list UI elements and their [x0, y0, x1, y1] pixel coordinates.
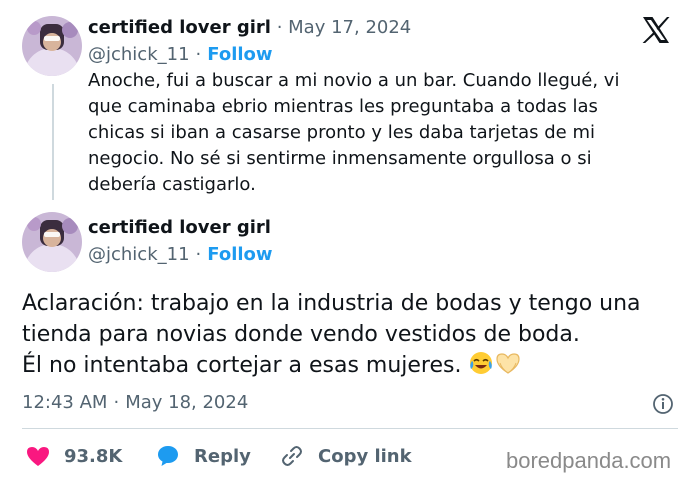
author-name-text[interactable]: certified lover girl — [88, 217, 271, 238]
tweet-timestamp[interactable]: 12:43 AM · May 18, 2024 — [22, 392, 248, 413]
author-name[interactable]: certified lover girl · May 17, 2024 — [88, 17, 411, 38]
avatar[interactable] — [22, 16, 82, 76]
author-name-text[interactable]: certified lover girl — [88, 17, 271, 38]
like-count: 93.8K — [64, 445, 123, 467]
tweet-date[interactable]: May 18, 2024 — [125, 392, 248, 413]
author-handle: @jchick_11 · Follow — [88, 44, 273, 65]
text-line: tienda para novias donde vendo vestidos … — [22, 322, 580, 347]
separator: · — [276, 17, 283, 38]
separator: · — [195, 244, 202, 265]
text-line: Él no intentaba cortejar a esas mujeres. — [22, 353, 462, 378]
handle-text[interactable]: @jchick_11 — [88, 44, 190, 65]
tweet-time[interactable]: 12:43 AM — [22, 392, 107, 413]
copy-link-button[interactable]: Copy link — [280, 443, 412, 469]
divider — [22, 428, 678, 429]
x-logo-icon[interactable] — [640, 14, 672, 46]
heart-icon — [27, 447, 49, 466]
avatar[interactable] — [22, 212, 82, 272]
separator: · — [113, 392, 120, 413]
heart-hands-emoji — [494, 350, 522, 385]
reply-tweet-text: Anoche, fui a buscar a mi novio a un bar… — [88, 68, 668, 198]
speech-bubble-icon — [158, 446, 178, 466]
follow-button[interactable]: Follow — [207, 44, 272, 65]
link-icon — [282, 446, 302, 466]
handle-text[interactable]: @jchick_11 — [88, 244, 190, 265]
laughing-crying-emoji — [468, 350, 494, 385]
main-tweet-text: Aclaración: trabajo en la industria de b… — [22, 288, 682, 385]
watermark: boredpanda.com — [506, 448, 672, 473]
author-name[interactable]: certified lover girl — [88, 217, 271, 238]
info-icon[interactable] — [652, 393, 674, 415]
text-line: que caminaba ebrio mientras les pregunta… — [88, 96, 598, 117]
author-handle: @jchick_11 · Follow — [88, 244, 273, 265]
reply-label: Reply — [194, 445, 251, 467]
tweet-date[interactable]: May 17, 2024 — [288, 17, 411, 38]
text-line: Anoche, fui a buscar a mi novio a un bar… — [88, 70, 620, 91]
like-button[interactable]: 93.8K — [26, 443, 122, 469]
follow-button[interactable]: Follow — [207, 244, 272, 265]
text-line: chicas si iban a casarse pronto y les da… — [88, 122, 596, 143]
text-line: Aclaración: trabajo en la industria de b… — [22, 291, 641, 316]
reply-button[interactable]: Reply — [156, 443, 251, 469]
thread-line — [52, 84, 54, 200]
copy-link-label: Copy link — [318, 445, 412, 467]
text-line: negocio. No sé si sentirme inmensamente … — [88, 148, 592, 169]
text-line-with-emoji: Él no intentaba cortejar a esas mujeres. — [22, 350, 682, 385]
text-line: debería castigarlo. — [88, 174, 256, 195]
